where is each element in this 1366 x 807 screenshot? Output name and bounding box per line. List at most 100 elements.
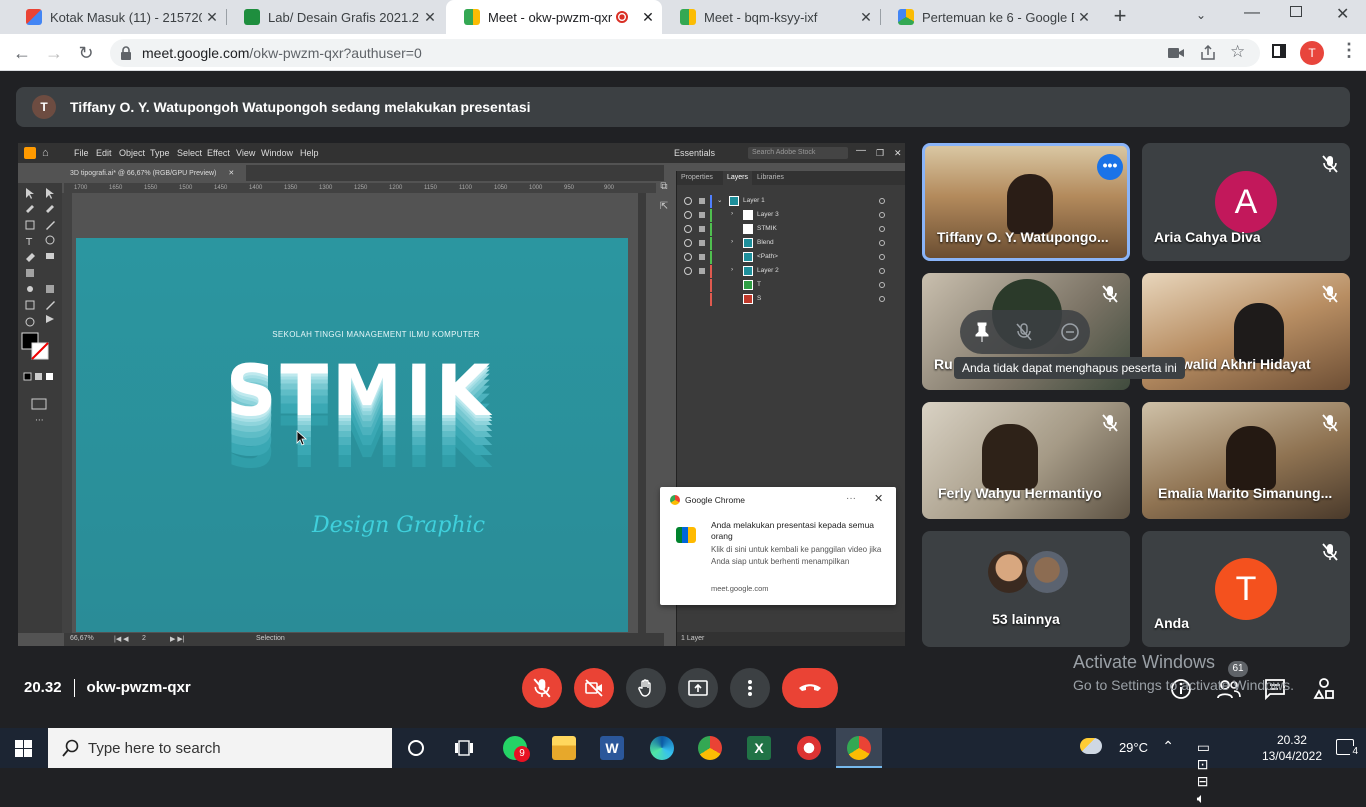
tab-meet-active[interactable]: Meet - okw-pwzm-qxr ✕: [446, 0, 662, 34]
weather-icon[interactable]: [1080, 738, 1102, 754]
ai-zoom-level: 66,67%: [70, 635, 94, 642]
taskbar-clock[interactable]: 20.32 13/04/2022: [1262, 732, 1322, 764]
pin-icon[interactable]: [974, 322, 990, 342]
presenter-avatar: T: [32, 95, 56, 119]
ai-menubar: ⌂ File Edit Object Type Select Effect Vi…: [18, 143, 905, 163]
share-icon[interactable]: [1200, 45, 1216, 61]
camera-toggle-button[interactable]: [574, 668, 614, 708]
excel-icon[interactable]: X: [747, 736, 771, 760]
target-icon: [879, 268, 885, 274]
present-button[interactable]: [678, 668, 718, 708]
mouse-cursor-icon: [296, 430, 308, 446]
tab-classroom[interactable]: Lab/ Desain Grafis 2021.2 / R ✕: [226, 0, 444, 34]
taskbar-search-box[interactable]: Type here to search: [48, 728, 392, 768]
gmail-icon: [26, 9, 42, 25]
weather-temp[interactable]: 29°C: [1119, 740, 1148, 755]
participant-tile[interactable]: Emalia Marito Simanung...: [1142, 402, 1350, 519]
maximize-button[interactable]: [1290, 6, 1302, 17]
tab-title: Lab/ Desain Grafis 2021.2 / R: [268, 9, 420, 25]
mic-off-icon: [1322, 543, 1338, 561]
close-icon[interactable]: ✕: [1074, 9, 1094, 26]
meeting-info: 20.32 okw-pwzm-qxr: [24, 679, 191, 698]
chrome-active-taskbar-button[interactable]: [836, 728, 882, 768]
close-icon[interactable]: ✕: [856, 9, 876, 26]
close-icon[interactable]: ✕: [202, 9, 222, 26]
target-icon: [879, 226, 885, 232]
ai-vertical-scrollbar: [638, 193, 646, 633]
side-panel-icon[interactable]: [1272, 44, 1286, 58]
system-tray-icons[interactable]: ▭ ⊡ ⊟ 🔈︎: [1197, 739, 1210, 807]
participant-name: Ru: [934, 356, 953, 372]
participant-tile[interactable]: A Aria Cahya Diva: [1142, 143, 1350, 261]
tab-drive[interactable]: Pertemuan ke 6 - Google Dri ✕: [880, 0, 1098, 34]
artboard-subtitle: SEKOLAH TINGGI MANAGEMENT ILMU KOMPUTER: [272, 330, 480, 339]
window-close-button[interactable]: ✕: [1336, 4, 1349, 24]
forward-icon[interactable]: →: [42, 41, 66, 65]
chevron-up-icon[interactable]: ⌃: [1162, 738, 1174, 755]
raise-hand-button[interactable]: [626, 668, 666, 708]
layer-name: S: [757, 295, 762, 302]
layer-thumb: [743, 238, 753, 248]
ruler-tick: 1700: [74, 185, 88, 191]
ai-layer-count: 1 Layer: [677, 632, 905, 646]
tab-meet-2[interactable]: Meet - bqm-ksyy-ixf ✕: [662, 0, 880, 34]
ai-status-bar: 66,67% |◀ ◀ 2 ▶ ▶| Selection: [64, 633, 664, 646]
close-icon[interactable]: ✕: [420, 9, 440, 26]
participant-tile[interactable]: Ferly Wahyu Hermantiyo: [922, 402, 1130, 519]
mic-toggle-button[interactable]: [522, 668, 562, 708]
ai-menu-item: Edit: [96, 148, 112, 158]
remove-participant-icon[interactable]: [1060, 322, 1080, 342]
app-icon[interactable]: [797, 736, 821, 760]
close-icon[interactable]: ✕: [638, 9, 658, 26]
home-icon: ⌂: [42, 147, 49, 159]
eye-icon: [684, 267, 692, 275]
file-explorer-icon[interactable]: [552, 736, 576, 760]
whatsapp-badge: 9: [514, 746, 530, 762]
participant-tile-presenter[interactable]: ••• Tiffany O. Y. Watupongo...: [922, 143, 1130, 261]
menu-kebab-icon[interactable]: ⋮: [1340, 40, 1358, 61]
participant-name: 53 lainnya: [992, 611, 1060, 627]
hand-icon: [638, 679, 651, 697]
more-options-button[interactable]: [730, 668, 770, 708]
camera-blocked-icon[interactable]: [1168, 47, 1184, 59]
word-icon[interactable]: W: [600, 736, 624, 760]
tab-title: Meet - okw-pwzm-qxr: [488, 9, 613, 25]
chrome-notification[interactable]: Google Chrome ··· ✕ Anda melakukan prese…: [660, 487, 896, 605]
chevron-right-icon: ›: [731, 266, 734, 273]
close-icon[interactable]: ✕: [874, 492, 883, 505]
windows-start-icon[interactable]: [15, 740, 32, 757]
more-icon[interactable]: ···: [846, 493, 856, 504]
edge-icon[interactable]: [650, 736, 674, 760]
address-bar[interactable]: meet.google.com/okw-pwzm-qxr?authuser=0 …: [110, 39, 1260, 67]
minimize-button[interactable]: —: [1244, 4, 1260, 22]
ai-doc-tab: 3D tipografi.ai* @ 66,67% (RGB/GPU Previ…: [64, 165, 246, 181]
ai-menu-item: Window: [261, 148, 294, 158]
more-options-icon[interactable]: •••: [1097, 154, 1123, 180]
bookmark-star-icon[interactable]: ☆: [1230, 42, 1245, 62]
activities-icon[interactable]: [1312, 677, 1336, 701]
presenting-text: Tiffany O. Y. Watupongoh Watupongoh seda…: [70, 99, 531, 115]
ai-search-stock: Search Adobe Stock: [748, 147, 848, 159]
participant-tile-self[interactable]: T Anda: [1142, 531, 1350, 647]
back-icon[interactable]: ←: [10, 41, 34, 65]
svg-text:···: ···: [35, 416, 44, 426]
chrome-icon[interactable]: [698, 736, 722, 760]
layer-thumb: [743, 280, 753, 290]
lock-icon: [699, 254, 705, 260]
ai-document-tabs: 3D tipografi.ai* @ 66,67% (RGB/GPU Previ…: [64, 165, 664, 181]
mute-participant-icon[interactable]: [1016, 322, 1032, 342]
profile-avatar[interactable]: T: [1300, 41, 1324, 65]
recording-dot-icon: [616, 11, 628, 23]
tab-title: Pertemuan ke 6 - Google Dri: [922, 9, 1074, 25]
cortana-icon[interactable]: [408, 740, 424, 756]
reload-icon[interactable]: ↻: [74, 41, 98, 65]
new-tab-button[interactable]: +: [1108, 4, 1132, 28]
tab-search-icon[interactable]: ⌄: [1196, 8, 1206, 22]
layer-name: Layer 3: [757, 211, 779, 218]
task-view-icon[interactable]: [454, 739, 474, 757]
tab-gmail[interactable]: Kotak Masuk (11) - 2157200 ✕: [8, 0, 226, 34]
ai-menu-item: Help: [300, 148, 319, 158]
participant-tile-others[interactable]: 53 lainnya: [922, 531, 1130, 647]
end-call-button[interactable]: [782, 668, 838, 708]
ruler-tick: 1250: [354, 185, 368, 191]
